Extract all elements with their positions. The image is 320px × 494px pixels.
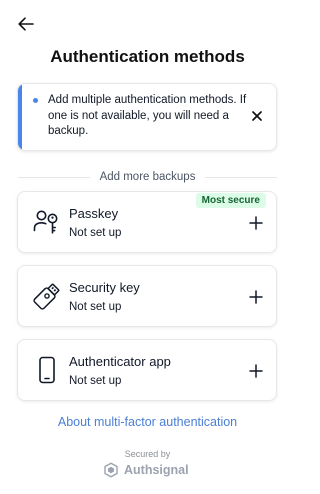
divider-line-right xyxy=(205,176,278,178)
method-name: Security key xyxy=(69,280,140,295)
section-divider: Add more backups xyxy=(18,171,278,183)
add-passkey-button[interactable] xyxy=(248,215,264,231)
alert-close-button[interactable] xyxy=(250,109,264,123)
plus-icon xyxy=(249,364,263,378)
security-key-icon xyxy=(32,280,62,312)
alert-message: Add multiple authentication methods. If … xyxy=(48,94,247,137)
about-mfa-link[interactable]: About multi-factor authentication xyxy=(0,415,295,429)
info-alert: Add multiple authentication methods. If … xyxy=(17,83,277,151)
page-title: Authentication methods xyxy=(50,47,245,66)
divider-label: Add more backups xyxy=(99,171,196,183)
method-card-security-key[interactable]: Security key Not set up xyxy=(17,265,277,327)
plus-icon xyxy=(249,216,263,230)
method-name: Passkey xyxy=(69,206,119,221)
smartphone-icon xyxy=(32,354,62,386)
arrow-left-icon xyxy=(18,17,34,31)
authsignal-brand: Authsignal xyxy=(103,462,189,478)
method-status: Not set up xyxy=(69,375,122,387)
close-icon xyxy=(252,111,262,121)
alert-bullet-icon xyxy=(33,98,38,103)
secured-by-label: Secured by xyxy=(124,449,171,459)
method-card-passkey[interactable]: Most secure Passkey Not set up xyxy=(17,191,277,253)
divider-line-left xyxy=(18,176,90,178)
brand-name: Authsignal xyxy=(124,463,189,477)
method-status: Not set up xyxy=(69,301,122,313)
plus-icon xyxy=(249,290,263,304)
add-authenticator-app-button[interactable] xyxy=(248,363,264,379)
authentication-methods-page: Authentication methods Add multiple auth… xyxy=(0,0,295,494)
method-card-authenticator-app[interactable]: Authenticator app Not set up xyxy=(17,339,277,401)
back-button[interactable] xyxy=(14,12,38,36)
method-status: Not set up xyxy=(69,227,122,239)
passkey-icon xyxy=(32,206,62,238)
authsignal-logo-icon xyxy=(104,462,118,478)
most-secure-badge: Most secure xyxy=(195,193,266,208)
alert-accent-bar xyxy=(18,84,22,150)
add-security-key-button[interactable] xyxy=(248,289,264,305)
method-name: Authenticator app xyxy=(69,354,171,369)
